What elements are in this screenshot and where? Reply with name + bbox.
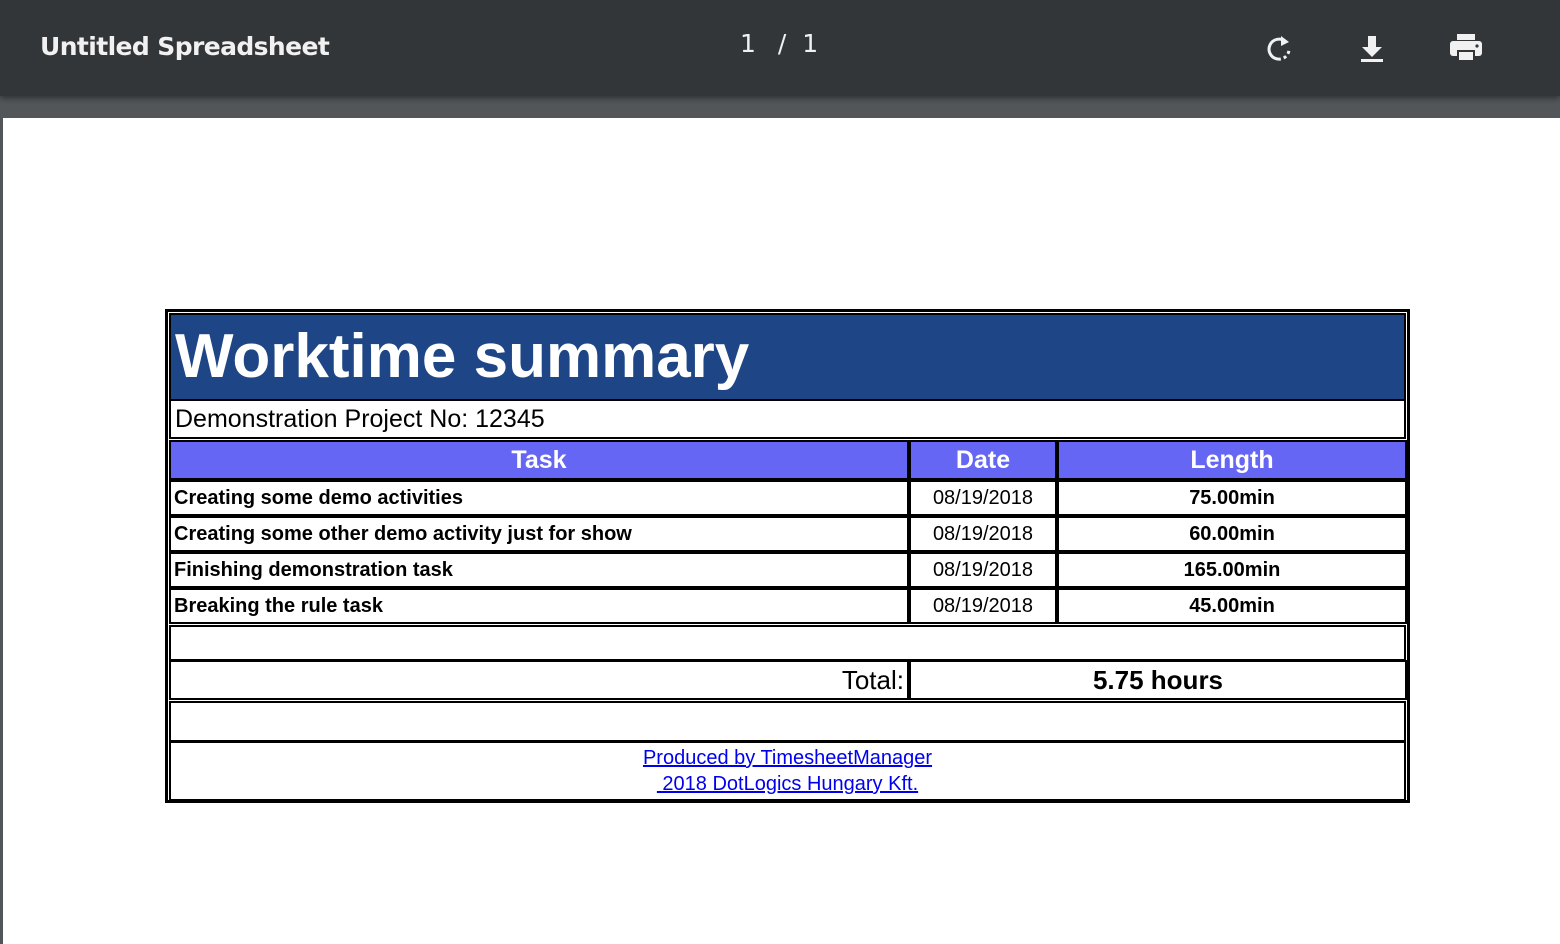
download-button[interactable] [1350, 26, 1394, 70]
sheet-title: Worktime summary [169, 313, 1406, 401]
row-length: 165.00min [1057, 552, 1407, 588]
blank-row [169, 625, 1406, 661]
page-indicator: 1 / 1 [740, 29, 820, 59]
row-date: 08/19/2018 [909, 516, 1057, 552]
column-header-length: Length [1057, 440, 1407, 480]
worktime-summary-table: Worktime summary Demonstration Project N… [165, 309, 1410, 803]
column-header-date: Date [909, 440, 1057, 480]
row-date: 08/19/2018 [909, 480, 1057, 516]
row-task: Creating some demo activities [169, 480, 909, 516]
row-date: 08/19/2018 [909, 552, 1057, 588]
print-icon [1450, 34, 1482, 62]
rotate-button[interactable] [1257, 26, 1301, 70]
total-label: Total: [169, 660, 909, 700]
row-length: 60.00min [1057, 516, 1407, 552]
page-separator: / [777, 29, 787, 58]
row-task: Finishing demonstration task [169, 552, 909, 588]
total-page-count: 1 [802, 29, 819, 58]
rotate-icon [1267, 36, 1291, 61]
column-header-task: Task [169, 440, 909, 480]
produced-by-link[interactable]: Produced by TimesheetManager [643, 745, 932, 771]
copyright-link[interactable]: 2018 DotLogics Hungary Kft. [657, 771, 918, 797]
project-label: Demonstration Project No: 12345 [169, 399, 1406, 439]
total-value: 5.75 hours [909, 660, 1407, 700]
row-task: Breaking the rule task [169, 588, 909, 624]
row-length: 75.00min [1057, 480, 1407, 516]
current-page-number[interactable]: 1 [740, 29, 756, 59]
pdf-toolbar: Untitled Spreadsheet 1 / 1 [0, 0, 1560, 96]
blank-row [169, 701, 1406, 742]
row-task: Creating some other demo activity just f… [169, 516, 909, 552]
print-button[interactable] [1444, 26, 1488, 70]
document-title: Untitled Spreadsheet [40, 32, 330, 61]
row-length: 45.00min [1057, 588, 1407, 624]
download-icon [1361, 36, 1383, 62]
row-date: 08/19/2018 [909, 588, 1057, 624]
footer-credits: Produced by TimesheetManager 2018 DotLog… [169, 741, 1406, 801]
